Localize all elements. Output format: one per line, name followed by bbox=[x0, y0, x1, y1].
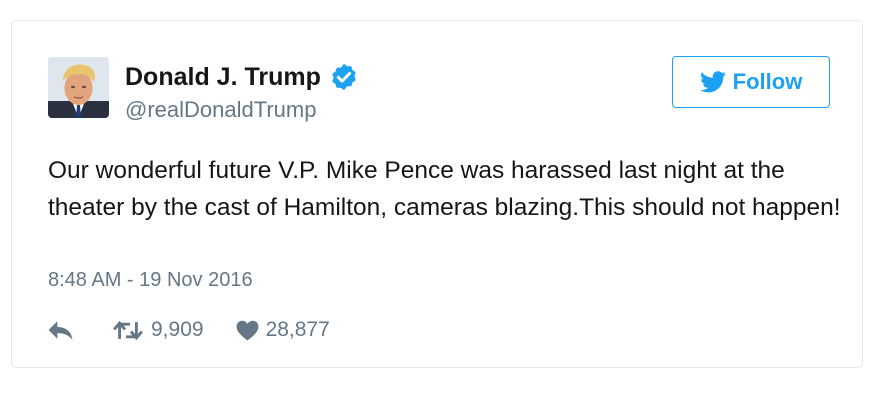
tweet-text: Our wonderful future V.P. Mike Pence was… bbox=[48, 157, 841, 221]
avatar-image bbox=[48, 57, 109, 118]
retweet-icon bbox=[113, 320, 143, 340]
user-name-row: Donald J. Trump bbox=[125, 61, 359, 93]
user-handle[interactable]: @realDonaldTrump bbox=[125, 96, 316, 124]
follow-button-label: Follow bbox=[732, 69, 803, 94]
tweet-actions: 9,909 28,877 bbox=[48, 313, 330, 347]
reply-icon bbox=[48, 320, 73, 340]
twitter-bird-icon bbox=[699, 71, 726, 93]
like-count: 28,877 bbox=[265, 318, 330, 341]
follow-button[interactable]: Follow bbox=[672, 56, 830, 108]
avatar[interactable] bbox=[48, 57, 109, 118]
tweet-timestamp[interactable]: 8:48 AM - 19 Nov 2016 bbox=[48, 267, 253, 293]
reply-button[interactable] bbox=[48, 320, 75, 341]
like-button[interactable]: 28,877 bbox=[236, 317, 330, 343]
verified-badge-icon bbox=[329, 62, 359, 92]
display-name[interactable]: Donald J. Trump bbox=[125, 62, 321, 92]
tweet-card: Donald J. Trump @realDonaldTrump Follow … bbox=[11, 20, 863, 368]
heart-icon bbox=[236, 320, 259, 341]
retweet-count: 9,909 bbox=[151, 318, 204, 341]
retweet-button[interactable]: 9,909 bbox=[112, 317, 204, 343]
